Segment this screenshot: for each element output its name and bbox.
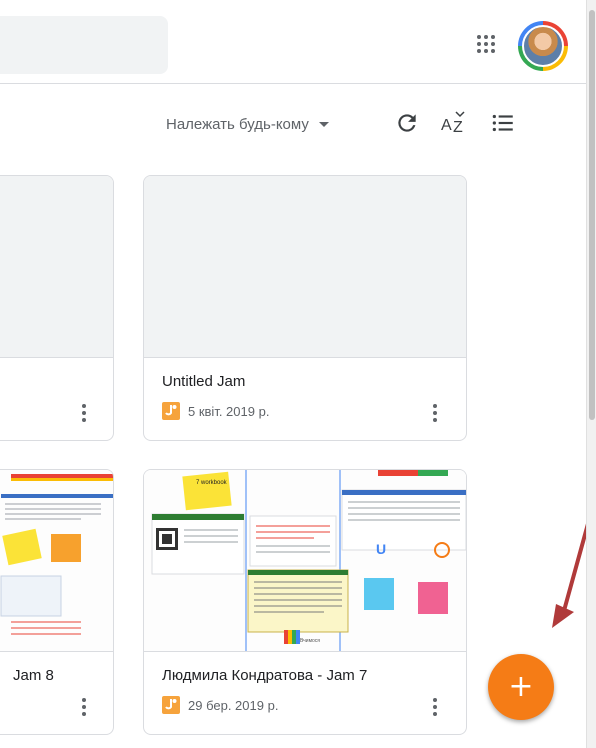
jamboard-icon	[162, 402, 180, 420]
card-thumbnail	[144, 176, 466, 358]
card-date: 5 квіт. 2019 р.	[188, 403, 270, 419]
card-thumbnail	[0, 470, 113, 652]
thumbnail-caption: Вчимося	[300, 638, 320, 644]
jam-card[interactable]: 7 workbook Вчимося U Людмила Кондратова …	[143, 469, 467, 735]
jam-card[interactable]	[0, 175, 114, 441]
avatar-photo	[522, 25, 564, 67]
svg-text:Z: Z	[453, 119, 463, 136]
scrollbar-thumb[interactable]	[589, 10, 595, 420]
card-thumbnail	[0, 176, 113, 358]
add-icon: +	[508, 669, 534, 704]
sticky-note	[364, 578, 394, 610]
card-title: Jam 8	[13, 667, 54, 684]
card-thumbnail: 7 workbook Вчимося U	[144, 470, 466, 652]
more-vert-icon[interactable]	[81, 403, 87, 423]
chevron-down-icon	[318, 121, 329, 127]
owner-filter-dropdown[interactable]: Належать будь-кому	[166, 112, 329, 136]
add-jam-button[interactable]: +	[488, 654, 554, 720]
card-meta: 29 бер. 2019 р.	[162, 696, 278, 714]
card-meta: 5 квіт. 2019 р.	[162, 402, 269, 420]
owner-filter-label: Належать будь-кому	[166, 115, 309, 133]
jam-card[interactable]: Untitled Jam 5 квіт. 2019 р.	[143, 175, 467, 441]
more-vert-icon[interactable]	[432, 403, 438, 423]
apps-grid-icon[interactable]	[474, 32, 498, 56]
more-vert-icon[interactable]	[432, 697, 438, 717]
jam-card[interactable]: Jam 8	[0, 469, 114, 735]
sticky-note	[418, 582, 448, 614]
ua-logo-text: U	[376, 541, 386, 557]
list-view-icon[interactable]	[490, 110, 516, 136]
header-divider	[0, 83, 586, 84]
card-date: 29 бер. 2019 р.	[188, 697, 279, 713]
jamboard-icon	[162, 696, 180, 714]
jam-thumbnail-preview: 7 workbook Вчимося U	[144, 470, 466, 651]
search-bar[interactable]	[0, 16, 168, 74]
card-title: Untitled Jam	[162, 373, 246, 390]
sticky-note	[182, 471, 232, 511]
sort-az-icon[interactable]: A Z	[441, 110, 467, 136]
avatar[interactable]	[518, 21, 568, 71]
card-title: Людмила Кондратова - Jam 7	[162, 667, 368, 684]
more-vert-icon[interactable]	[81, 697, 87, 717]
svg-text:A: A	[441, 117, 452, 134]
jam-thumbnail-preview	[0, 470, 113, 651]
refresh-icon[interactable]	[394, 110, 420, 136]
sticky-workbook-text: 7 workbook	[196, 480, 228, 486]
